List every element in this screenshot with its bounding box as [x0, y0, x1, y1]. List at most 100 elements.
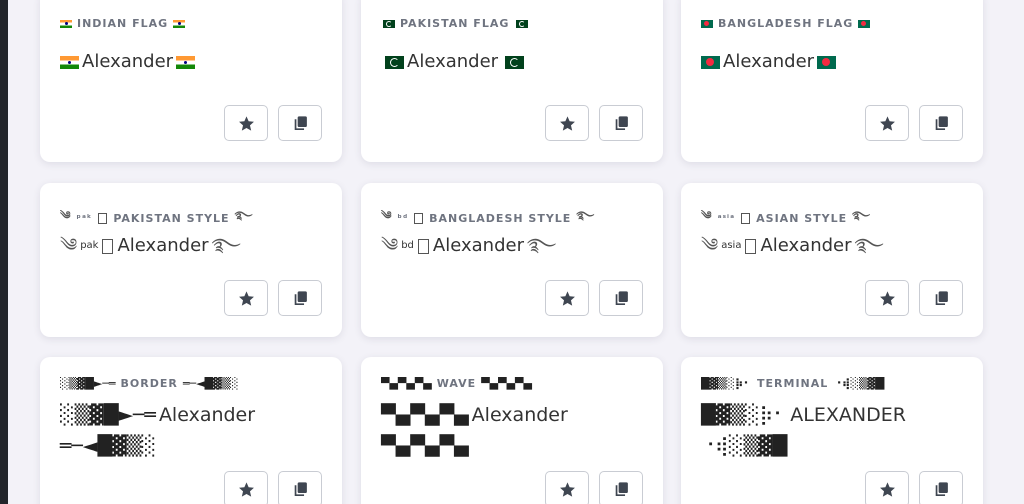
styled-name-text: Alexander — [82, 51, 174, 72]
styled-name-text: Alexander — [158, 404, 256, 426]
copy-button[interactable] — [278, 471, 322, 504]
star-icon — [238, 115, 254, 131]
pakistan-flag-icon — [381, 19, 395, 28]
copy-button[interactable] — [599, 105, 643, 141]
superscript-tag: bd — [401, 240, 414, 251]
favorite-button[interactable] — [545, 471, 589, 504]
styled-name-text: Alexander — [117, 235, 209, 256]
missing-glyph-icon — [417, 238, 429, 254]
border-ornament-left: ░▒▓█►─═ — [60, 377, 116, 390]
style-card-terminal: █▓▒░⡷⠂ TERMINAL ⠐⢾░▒▓█ █▓▒░⡷⠂ ALEXANDER … — [681, 357, 983, 504]
superscript-tag: ᵃˢⁱᵃ — [717, 213, 736, 224]
card-label-text: BANGLADESH STYLE — [429, 212, 572, 225]
page: INDIAN FLAG Alexander PAKISTAN FLAG Alex… — [8, 0, 1024, 504]
card-label-text: TERMINAL — [757, 377, 829, 390]
favorite-button[interactable] — [545, 105, 589, 141]
india-flag-icon — [60, 19, 72, 28]
copy-button[interactable] — [278, 105, 322, 141]
favorite-button[interactable] — [865, 280, 909, 316]
missing-glyph-icon — [102, 238, 114, 254]
star-icon — [559, 115, 575, 131]
superscript-tag: asia — [721, 240, 742, 251]
bangladesh-flag-icon — [858, 19, 871, 28]
copy-button[interactable] — [919, 471, 963, 504]
hand-ornament-icon: ༄ — [701, 209, 713, 222]
terminal-ornament-right: ⠐⢾░▒▓█ — [833, 377, 885, 390]
star-icon — [559, 481, 575, 497]
india-flag-icon — [176, 55, 196, 69]
style-card-border: ░▒▓█►─═ BORDER ═─◄█▓▒░ ░▒▓█►─═ Alexander… — [40, 357, 342, 504]
missing-glyph-icon — [414, 213, 424, 224]
favorite-button[interactable] — [865, 105, 909, 141]
styled-name-preview[interactable]: Alexander — [701, 51, 969, 73]
styled-name-preview[interactable]: █▓▒░⡷⠂ ALEXANDER ⠐⢾░▒▓█ — [701, 401, 969, 460]
copy-icon — [294, 115, 307, 130]
hand-ornament-icon: ༄ — [381, 209, 393, 222]
styled-name-preview[interactable]: ░▒▓█►─═ Alexander ═─◄█▓▒░ — [60, 401, 328, 460]
favorite-button[interactable] — [224, 105, 268, 141]
copy-button[interactable] — [919, 280, 963, 316]
star-icon — [879, 290, 895, 306]
missing-glyph-icon — [745, 238, 757, 254]
style-card-pakistan-style: ༄ ᵖᵃᵏ PAKISTAN STYLE ࿐ ༄ pak Alexander ࿐ — [40, 183, 342, 337]
style-card-indian-flag: INDIAN FLAG Alexander — [40, 0, 342, 162]
favorite-button[interactable] — [545, 280, 589, 316]
card-label: ༄ ᵇᵈ BANGLADESH STYLE ࿐ — [381, 203, 649, 234]
copy-button[interactable] — [599, 280, 643, 316]
styled-name-text: Alexander — [432, 235, 524, 256]
card-label: ▀▄▀▄▀▄ WAVE ▀▄▀▄▀▄ — [381, 377, 649, 390]
india-flag-icon — [173, 19, 186, 28]
hand-ornament-icon: ༄ — [381, 235, 399, 256]
wave-ornament-right: ▀▄▀▄▀▄ — [381, 435, 469, 457]
card-label: ░▒▓█►─═ BORDER ═─◄█▓▒░ — [60, 377, 328, 390]
styled-name-text: Alexander — [760, 235, 852, 256]
terminal-ornament-left: █▓▒░⡷⠂ — [701, 377, 753, 390]
copy-icon — [615, 290, 628, 305]
bangladesh-flag-icon — [701, 19, 713, 28]
copy-button[interactable] — [919, 105, 963, 141]
terminal-ornament-right: ⠐⢾░▒▓█ — [701, 435, 788, 457]
styled-name-preview[interactable]: ▀▄▀▄▀▄ Alexander ▀▄▀▄▀▄ — [381, 401, 649, 460]
favorite-button[interactable] — [865, 471, 909, 504]
styled-name-text: Alexander — [407, 51, 499, 72]
card-label-text: ASIAN STYLE — [756, 212, 848, 225]
favorite-button[interactable] — [224, 471, 268, 504]
style-card-bangladesh-flag: BANGLADESH FLAG Alexander — [681, 0, 983, 162]
eye-ornament-icon: ࿐ — [576, 209, 596, 222]
wave-ornament-left: ▀▄▀▄▀▄ — [381, 404, 469, 426]
copy-icon — [935, 290, 948, 305]
terminal-ornament-left: █▓▒░⡷⠂ — [701, 404, 788, 426]
styled-name-text: Alexander — [723, 51, 815, 72]
eye-ornament-icon: ࿐ — [854, 235, 884, 256]
copy-icon — [294, 481, 307, 496]
border-ornament-right: ═─◄█▓▒░ — [60, 435, 156, 457]
pakistan-flag-icon — [514, 19, 529, 28]
eye-ornament-icon: ࿐ — [234, 209, 254, 222]
card-label: ༄ ᵃˢⁱᵃ ASIAN STYLE ࿐ — [701, 203, 969, 234]
india-flag-icon — [60, 55, 79, 69]
bangladesh-flag-icon — [817, 55, 837, 69]
styled-name-preview[interactable]: Alexander — [381, 51, 649, 73]
style-card-bangladesh-style: ༄ ᵇᵈ BANGLADESH STYLE ࿐ ༄ bd Alexander ࿐ — [361, 183, 663, 337]
copy-button[interactable] — [278, 280, 322, 316]
styled-name-preview[interactable]: ༄ asia Alexander ࿐ — [701, 235, 969, 257]
eye-ornament-icon: ࿐ — [852, 209, 871, 222]
favorite-button[interactable] — [224, 280, 268, 316]
pakistan-flag-icon — [381, 55, 404, 69]
card-label-text: INDIAN FLAG — [77, 17, 169, 30]
style-card-wave: ▀▄▀▄▀▄ WAVE ▀▄▀▄▀▄ ▀▄▀▄▀▄ Alexander ▀▄▀▄… — [361, 357, 663, 504]
wave-ornament-right: ▀▄▀▄▀▄ — [481, 377, 532, 390]
styled-name-preview[interactable]: ༄ bd Alexander ࿐ — [381, 235, 649, 257]
card-label-text: WAVE — [436, 377, 477, 390]
card-label: █▓▒░⡷⠂ TERMINAL ⠐⢾░▒▓█ — [701, 377, 969, 390]
hand-ornament-icon: ༄ — [60, 235, 78, 256]
bangladesh-flag-icon — [701, 55, 720, 69]
style-card-pakistan-flag: PAKISTAN FLAG Alexander — [361, 0, 663, 162]
card-label-text: BANGLADESH FLAG — [718, 17, 854, 30]
styled-name-preview[interactable]: Alexander — [60, 51, 328, 73]
copy-icon — [615, 115, 628, 130]
star-icon — [559, 290, 575, 306]
styled-name-preview[interactable]: ༄ pak Alexander ࿐ — [60, 235, 328, 257]
styled-name-text: Alexander — [471, 404, 568, 426]
copy-button[interactable] — [599, 471, 643, 504]
